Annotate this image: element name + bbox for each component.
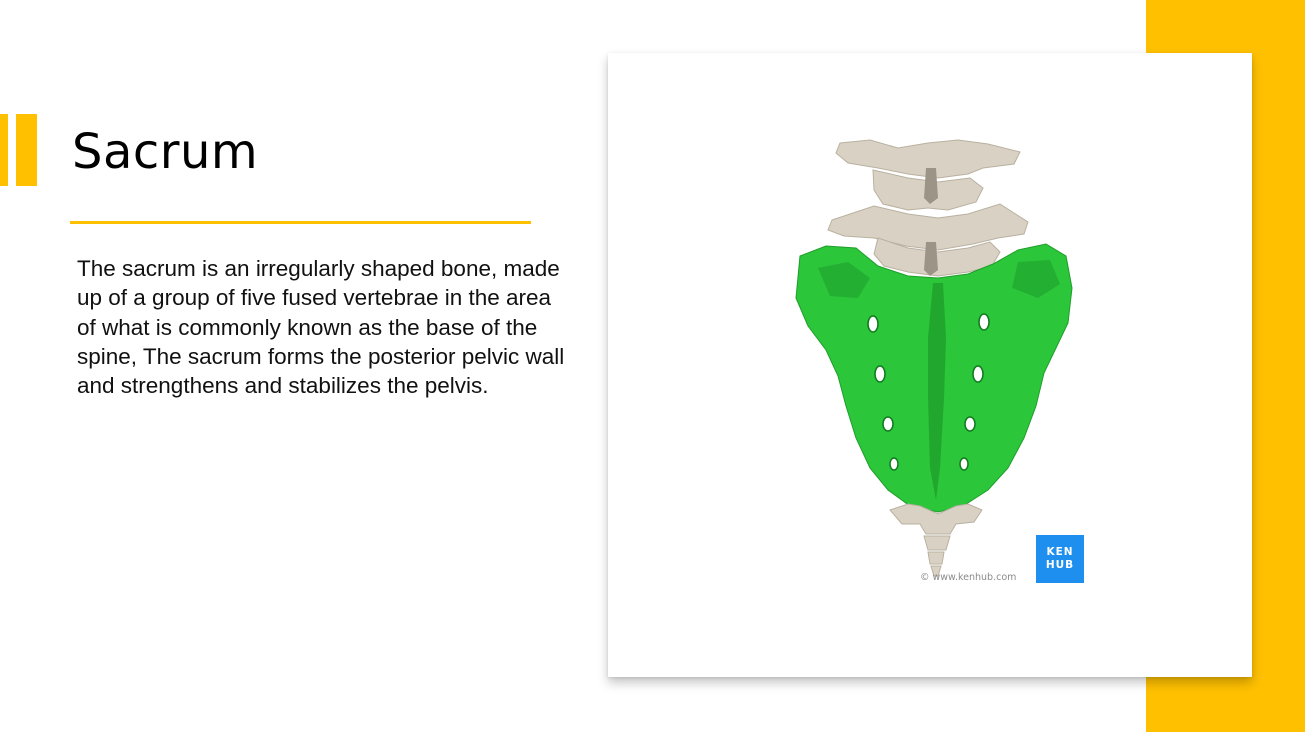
kenhub-logo-line2: HUB: [1045, 559, 1075, 571]
copyright-text: © www.kenhub.com: [920, 572, 1017, 583]
coccyx: [889, 503, 983, 577]
title-marker-bar: [0, 114, 8, 186]
title-underline: [70, 221, 531, 224]
image-card: KEN HUB © www.kenhub.com: [608, 53, 1252, 677]
slide-title: Sacrum: [72, 124, 259, 180]
kenhub-logo-line1: KEN: [1046, 546, 1074, 558]
title-marker-bar: [16, 114, 37, 186]
body-text: The sacrum is an irregularly shaped bone…: [77, 256, 565, 399]
kenhub-logo: KEN HUB: [1036, 535, 1084, 583]
sacrum-illustration: [795, 139, 1073, 577]
